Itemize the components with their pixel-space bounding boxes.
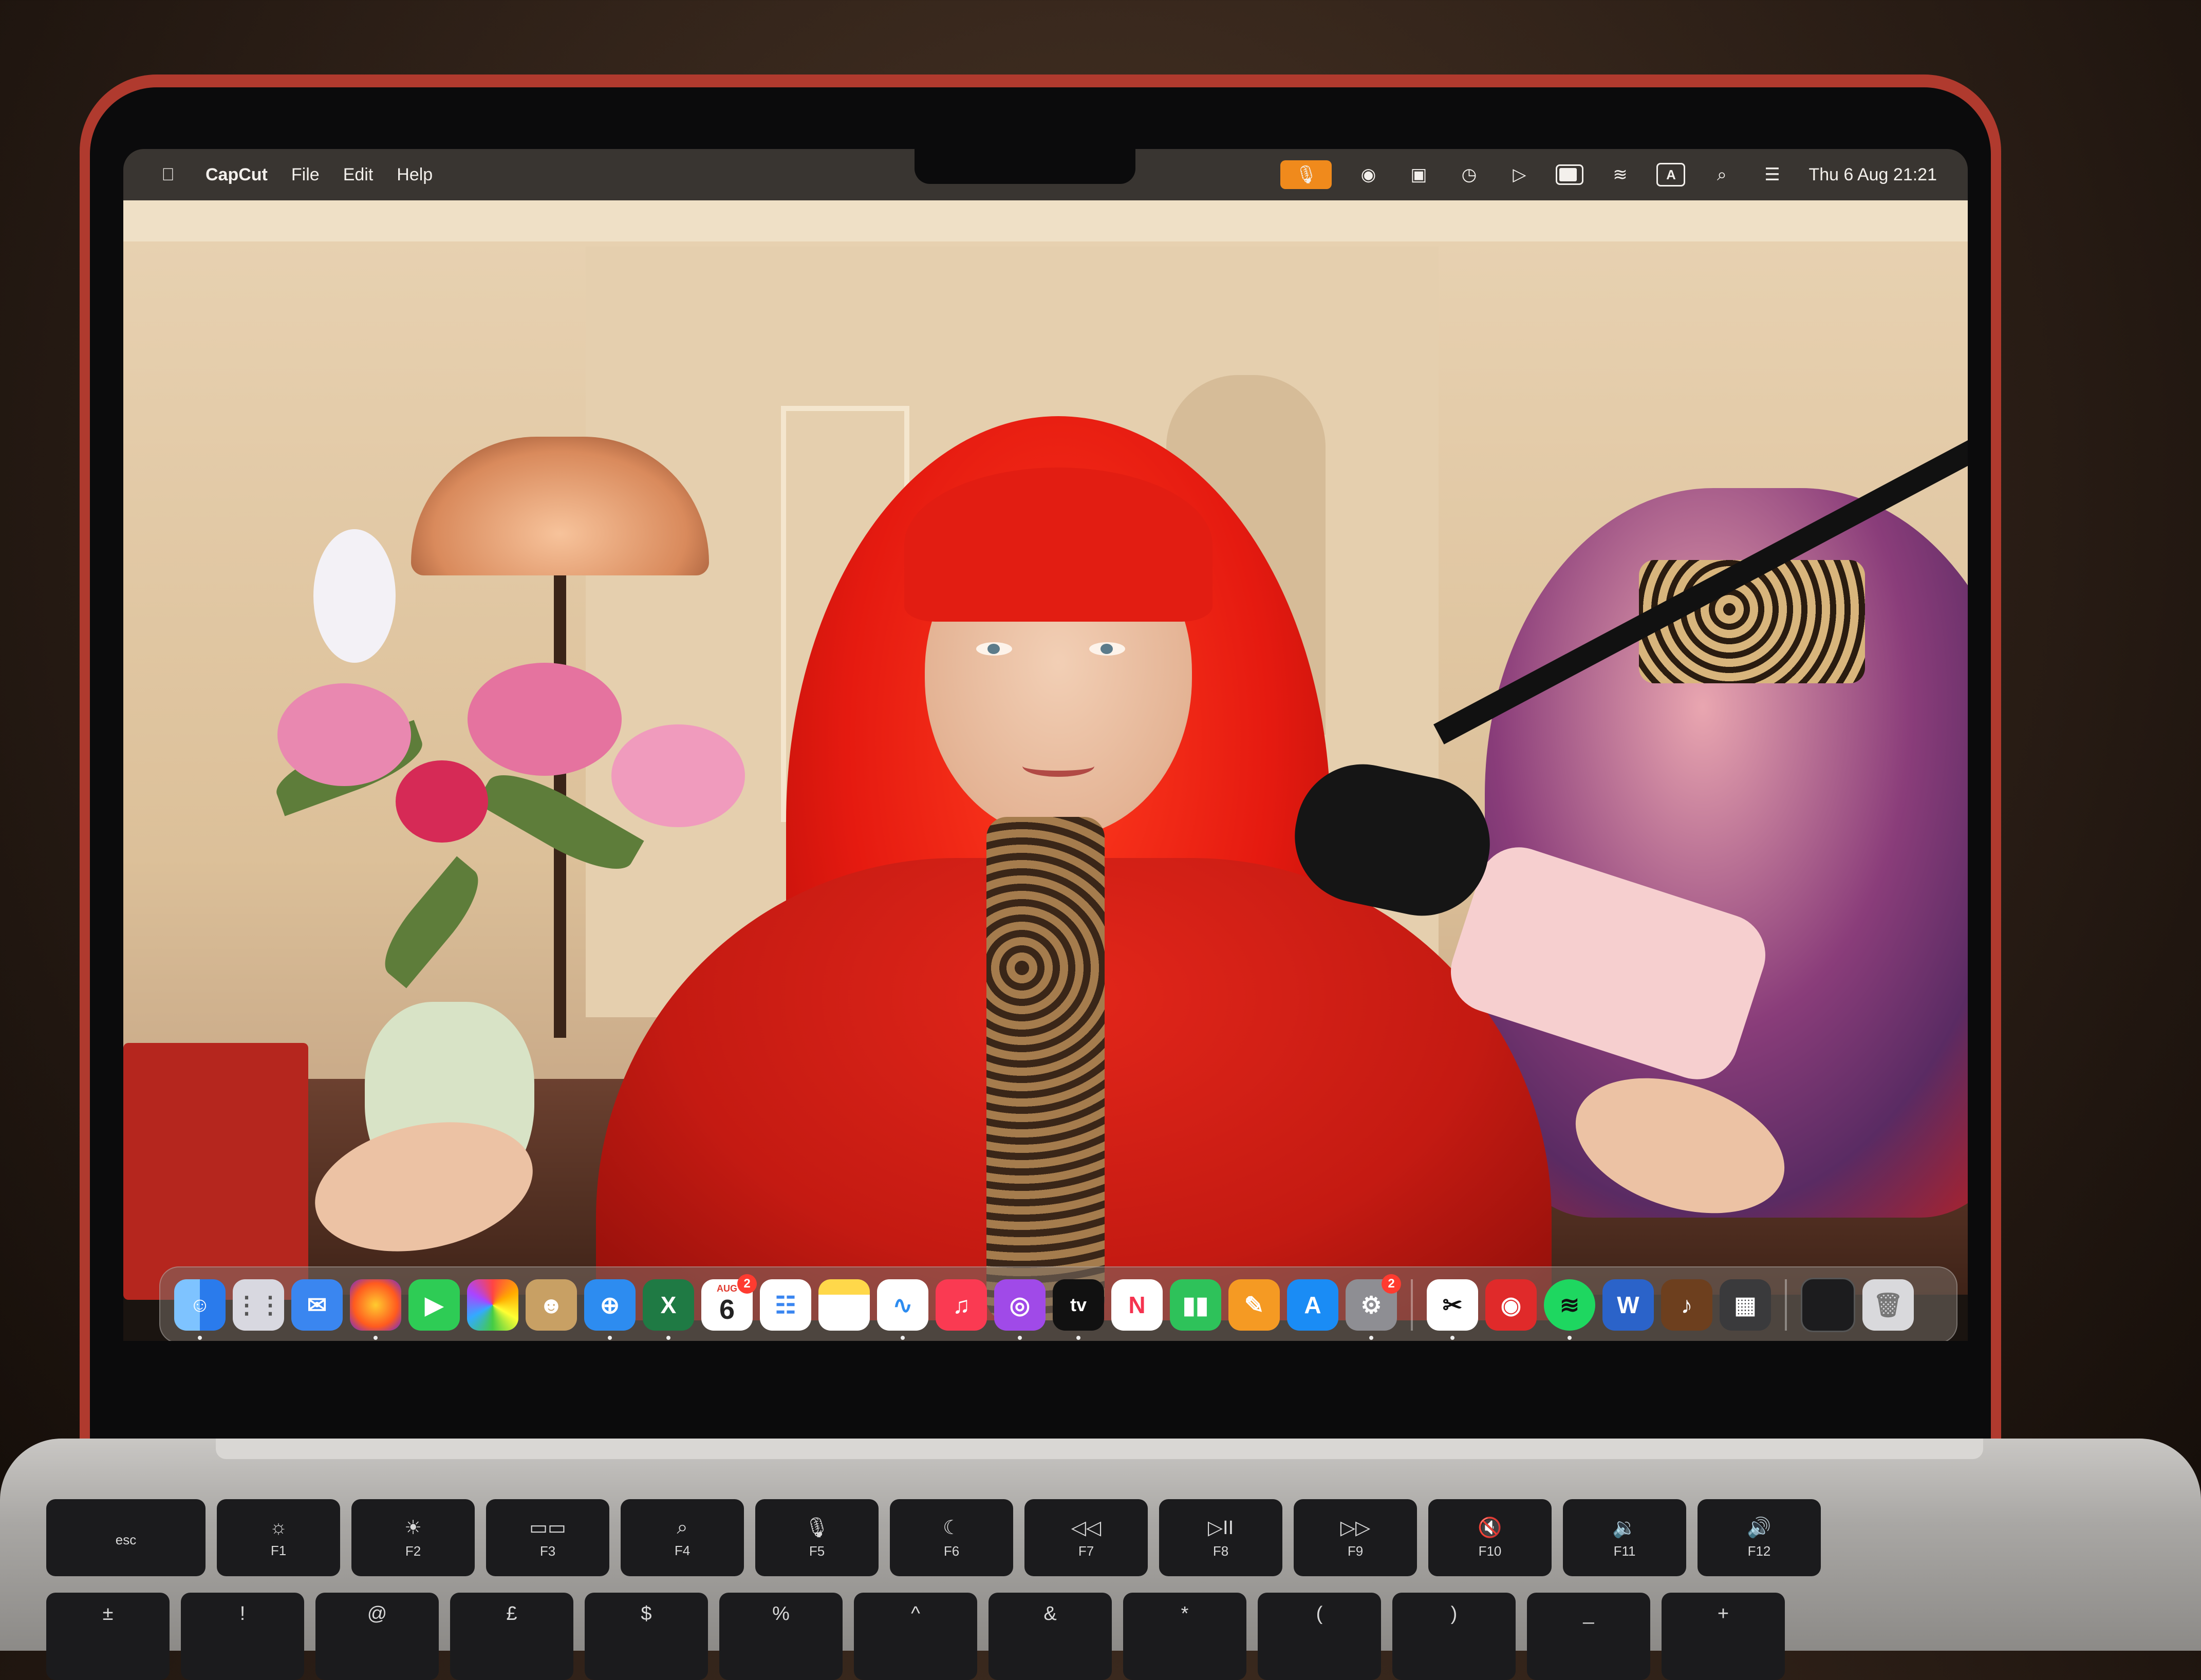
capcut-icon[interactable]: ✂ xyxy=(1427,1279,1478,1340)
key-f3[interactable]: ▭▭ F3 xyxy=(486,1499,609,1576)
key-f8[interactable]: ▷II F8 xyxy=(1159,1499,1282,1576)
key-f4[interactable]: ⌕ F4 xyxy=(621,1499,744,1576)
dock-separator-2 xyxy=(1785,1279,1787,1331)
key-plusminus[interactable]: ± xyxy=(46,1593,170,1680)
key-3[interactable]: £ xyxy=(450,1593,573,1680)
terminal-icon[interactable] xyxy=(1801,1278,1855,1332)
scene-ceiling xyxy=(123,200,1968,241)
calculator-icon[interactable]: ▦ xyxy=(1720,1279,1771,1331)
key-9[interactable]: ( xyxy=(1258,1593,1381,1680)
key-f10[interactable]: 🔇 F10 xyxy=(1428,1499,1552,1576)
person-eye-left xyxy=(976,642,1012,656)
person-eye-right xyxy=(1089,642,1125,656)
screen:  CapCut File Edit Help 🎙 ◉ ▣ ◷ ▷ ≋ A ⌕ … xyxy=(123,149,1968,1341)
appletv-icon[interactable]: tv xyxy=(1053,1279,1104,1340)
excel-icon[interactable]: X xyxy=(643,1279,694,1340)
key-equals[interactable]: + xyxy=(1662,1593,1785,1680)
time-machine-icon[interactable]: ◷ xyxy=(1455,163,1483,186)
key-f1[interactable]: ☼ F1 xyxy=(217,1499,340,1576)
firefox-icon[interactable] xyxy=(350,1279,401,1340)
key-f2[interactable]: ☀ F2 xyxy=(351,1499,475,1576)
calendar-day: 6 xyxy=(719,1294,735,1325)
mail-icon[interactable]: ✉ xyxy=(291,1279,343,1331)
screen-record-icon[interactable]: ◉ xyxy=(1354,163,1382,186)
calendar-icon[interactable]: AUG 6 2 xyxy=(701,1274,757,1331)
person-mouth xyxy=(1022,755,1094,777)
garageband-icon[interactable]: ♪ xyxy=(1661,1279,1712,1331)
key-f6[interactable]: ☾ F6 xyxy=(890,1499,1013,1576)
key-2[interactable]: @ xyxy=(315,1593,439,1680)
leopard-scarf xyxy=(986,817,1105,1320)
settings-icon[interactable]: ⚙ 2 xyxy=(1346,1274,1401,1340)
app-store-icon[interactable]: A xyxy=(1287,1279,1338,1331)
keyboard-input-icon[interactable]: A xyxy=(1656,163,1686,186)
key-4[interactable]: $ xyxy=(585,1593,708,1680)
calendar-badge: 2 xyxy=(737,1274,757,1294)
launchpad-icon[interactable]: ⋮⋮ xyxy=(233,1279,284,1331)
key-7[interactable]: & xyxy=(988,1593,1112,1680)
key-minus[interactable]: _ xyxy=(1527,1593,1650,1680)
trash-icon[interactable]: 🗑 xyxy=(1862,1279,1914,1331)
notes-icon[interactable] xyxy=(818,1279,870,1331)
key-f9[interactable]: ▷▷ F9 xyxy=(1294,1499,1417,1576)
person-bangs xyxy=(904,468,1213,622)
settings-badge: 2 xyxy=(1382,1274,1401,1294)
key-f11[interactable]: 🔉 F11 xyxy=(1563,1499,1686,1576)
camera-icon[interactable]: ▣ xyxy=(1405,163,1432,186)
menu-edit[interactable]: Edit xyxy=(343,165,374,185)
screen-recorder-icon[interactable]: ◉ xyxy=(1485,1279,1537,1331)
function-key-row: esc ☼ F1 ☀ F2 ▭▭ F3 ⌕ F4 🎙 F5 ☾ F6 ◁◁ F7 ▷II F8 … xyxy=(46,1499,1821,1576)
safari-icon[interactable]: ⊕ xyxy=(584,1279,636,1340)
key-f7[interactable]: ◁◁ F7 xyxy=(1024,1499,1148,1576)
key-6[interactable]: ^ xyxy=(854,1593,977,1680)
appletv-label: tv xyxy=(1070,1294,1087,1315)
number-key-row: ± ! @ £ $ % ^ & * ( ) _ + xyxy=(46,1593,1785,1680)
key-0[interactable]: ) xyxy=(1392,1593,1516,1680)
wifi-icon[interactable]: ≋ xyxy=(1606,163,1634,186)
control-center-icon[interactable]: ☰ xyxy=(1758,163,1786,186)
dock-separator xyxy=(1411,1279,1413,1331)
key-f5[interactable]: 🎙 F5 xyxy=(755,1499,879,1576)
numbers-icon[interactable]: ▮▮ xyxy=(1170,1279,1221,1331)
freeform-icon[interactable]: ∿ xyxy=(877,1279,928,1340)
apple-menu-icon[interactable]:  xyxy=(154,163,182,186)
news-icon[interactable]: N xyxy=(1111,1279,1163,1331)
key-f12[interactable]: 🔊 F12 xyxy=(1698,1499,1821,1576)
mic-icon[interactable]: 🎙 xyxy=(1280,160,1332,189)
video-frame xyxy=(123,200,1968,1320)
key-1[interactable]: ! xyxy=(181,1593,304,1680)
menu-file[interactable]: File xyxy=(291,165,320,185)
finder-icon[interactable]: ☺ xyxy=(174,1279,226,1340)
contacts-icon[interactable]: ☻ xyxy=(526,1279,577,1331)
key-esc[interactable]: esc xyxy=(46,1499,206,1576)
reminders-icon[interactable]: ☷ xyxy=(760,1279,811,1331)
podcasts-icon[interactable]: ◎ xyxy=(994,1279,1046,1340)
spotify-icon[interactable]: ≋ xyxy=(1544,1279,1595,1340)
menu-help[interactable]: Help xyxy=(397,165,433,185)
pages-icon[interactable]: ✎ xyxy=(1228,1279,1280,1331)
menu-app-name[interactable]: CapCut xyxy=(206,165,268,185)
music-icon[interactable]: ♫ xyxy=(936,1279,987,1331)
menu-clock[interactable]: Thu 6 Aug 21:21 xyxy=(1808,165,1937,185)
camera-notch xyxy=(915,143,1135,184)
battery-icon[interactable] xyxy=(1556,163,1584,186)
hinge xyxy=(216,1439,1983,1459)
dock: ☺ ⋮⋮ ✉ ▶ ☻ ⊕ X AUG 6 2 ☷ ∿ ♫ ◎ tv N ▮▮ ✎… xyxy=(159,1266,1957,1341)
key-8[interactable]: * xyxy=(1123,1593,1246,1680)
photos-icon[interactable] xyxy=(467,1279,518,1331)
search-icon[interactable]: ⌕ xyxy=(1708,163,1736,186)
play-icon[interactable]: ▷ xyxy=(1505,163,1533,186)
key-5[interactable]: % xyxy=(719,1593,843,1680)
word-icon[interactable]: W xyxy=(1602,1279,1654,1331)
facetime-icon[interactable]: ▶ xyxy=(408,1279,460,1331)
